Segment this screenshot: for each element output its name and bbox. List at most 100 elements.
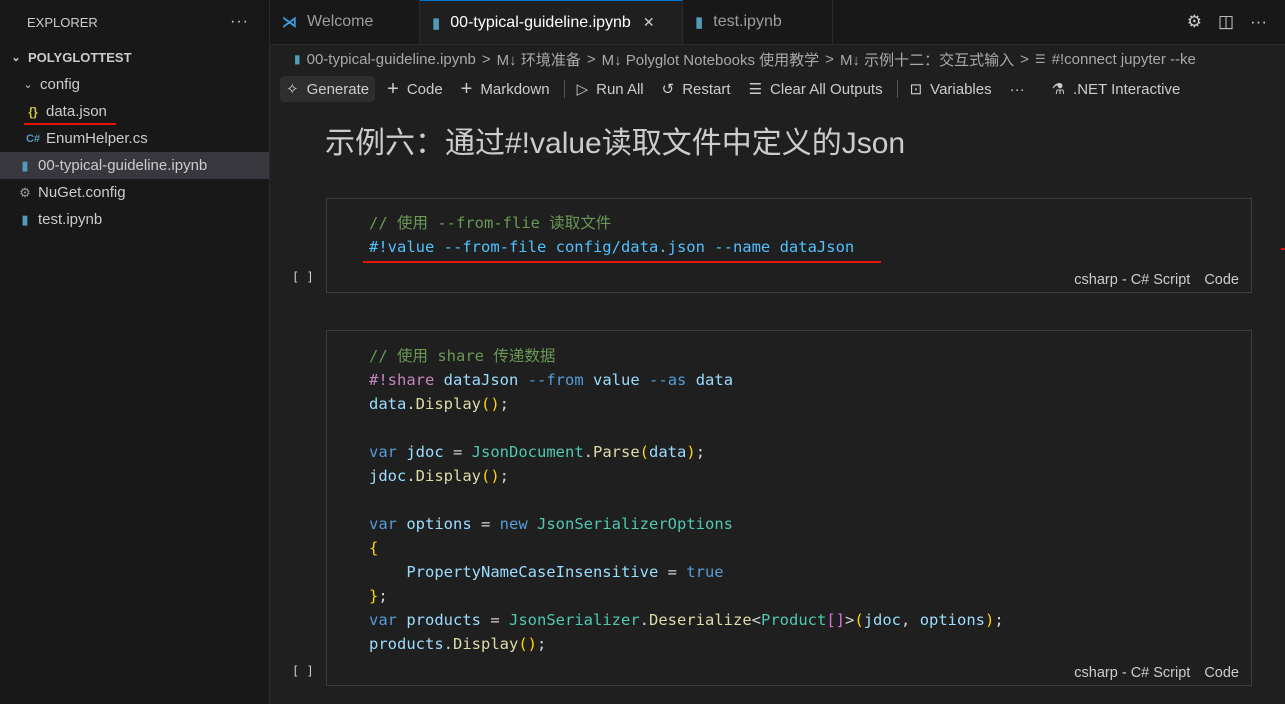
cell-language[interactable]: csharp - C# Script [1074,665,1190,681]
csharp-icon: C# [25,132,41,145]
gear-icon: ⚙ [19,184,31,200]
close-icon[interactable]: ✕ [643,14,655,31]
tab-welcome[interactable]: ⋊ Welcome [270,0,420,44]
notebook-icon: ▮ [21,211,29,227]
clear-outputs-button[interactable]: ☰ Clear All Outputs [743,76,889,102]
toolbar-more-button[interactable]: ··· [1004,76,1031,102]
run-all-label: Run All [596,80,644,98]
generate-label: Generate [306,80,370,98]
editor-area: ⋊ Welcome ▮ 00-typical-guideline.ipynb ✕… [270,0,1285,704]
json-braces-icon: {} [28,104,38,119]
plus-icon: + [387,77,399,100]
chevron-right-icon: > [1020,50,1029,68]
notebook-toolbar: ✧ Generate + Code + Markdown ▷ Run All ↺… [270,73,1285,105]
markdown-heading: 示例六：通过#!value读取文件中定义的Json [325,127,906,160]
tree-item-label: 00-typical-guideline.ipynb [38,157,208,174]
markdown-label: Markdown [480,80,550,98]
kernel-label: .NET Interactive [1073,80,1181,98]
notebook-icon: ▮ [432,14,441,32]
tab-bar: ⋊ Welcome ▮ 00-typical-guideline.ipynb ✕… [270,0,1285,45]
more-actions-icon[interactable]: ··· [230,13,249,31]
breadcrumb-item[interactable]: 00-typical-guideline.ipynb [307,51,476,68]
more-actions-icon[interactable]: ··· [1250,12,1267,32]
sparkle-icon: ✧ [286,81,299,98]
explorer-sidebar: EXPLORER ··· ⌄ POLYGLOTTEST ⌄ config {} … [0,0,270,704]
chevron-down-icon: ⌄ [11,52,21,64]
notebook-editor: 示例六：通过#!value读取文件中定义的Json [ ] // 使用 --fr… [270,104,1285,704]
tree-item-guideline-notebook[interactable]: ▮ 00-typical-guideline.ipynb [0,152,269,179]
cell-kind[interactable]: Code [1204,665,1239,681]
tab-test-notebook[interactable]: ▮ test.ipynb [683,0,833,44]
add-code-cell-button[interactable]: + Code [381,76,449,102]
clear-outputs-label: Clear All Outputs [770,80,883,98]
workspace-label: POLYGLOTTEST [28,50,132,65]
more-icon: ··· [1009,80,1025,98]
notebook-icon: ▮ [21,157,29,173]
restart-label: Restart [682,80,731,98]
code-magic-command: #!value --from-file config/data.json --n… [369,238,855,256]
tree-item-label: data.json [46,103,107,120]
split-editor-icon[interactable]: ◫ [1218,12,1234,32]
vscode-logo-icon: ⋊ [282,14,297,31]
tree-item-label: NuGet.config [38,184,126,201]
notebook-icon: ▮ [294,52,301,66]
cell-execution-count[interactable]: [ ] [292,664,314,678]
add-markdown-cell-button[interactable]: + Markdown [455,76,556,102]
plus-icon: + [460,77,473,100]
toolbar-divider [896,80,898,98]
red-annotation-mark [1281,248,1285,250]
gear-icon[interactable]: ⚙ [1187,12,1202,32]
tree-item-nuget-config[interactable]: ⚙ NuGet.config [0,179,269,206]
breadcrumb-item[interactable]: M↓ Polyglot Notebooks 使用教学 [602,49,820,70]
breadcrumb-item[interactable]: #!connect jupyter --ke [1052,51,1196,68]
tab-label: test.ipynb [713,13,782,30]
chevron-right-icon: > [586,50,596,68]
tree-item-label: EnumHelper.cs [46,130,148,147]
tab-actions: ⚙ ◫ ··· [1187,0,1267,44]
breadcrumb-item[interactable]: M↓ 环境准备 [497,49,581,70]
kernel-picker-button[interactable]: ⚗ .NET Interactive [1046,76,1187,102]
run-all-button[interactable]: ▷ Run All [571,76,650,102]
generate-button[interactable]: ✧ Generate [280,76,376,102]
tree-item-data-json[interactable]: {} data.json [0,98,269,125]
code-label: Code [406,80,443,98]
variables-button[interactable]: ⊡ Variables [904,76,998,102]
cell-kind[interactable]: Code [1204,272,1239,288]
cell-language[interactable]: csharp - C# Script [1074,272,1190,288]
code-cell[interactable]: // 使用 --from-flie 读取文件 #!value --from-fi… [326,198,1252,293]
code-cell-icon: ☰ [1034,52,1046,66]
tree-item-enumhelper[interactable]: C# EnumHelper.cs [0,125,269,152]
tab-label: Welcome [307,13,374,30]
tab-label: 00-typical-guideline.ipynb [450,13,631,31]
explorer-title: EXPLORER [27,14,98,30]
chevron-right-icon: > [825,50,834,68]
clear-all-icon: ☰ [748,81,763,98]
workspace-folder[interactable]: ⌄ POLYGLOTTEST [0,44,269,71]
toolbar-divider [563,80,565,98]
cell-source[interactable]: // 使用 share 传递数据 #!share dataJson --from… [369,344,1004,656]
cell-source[interactable]: // 使用 --from-flie 读取文件 #!value --from-fi… [369,211,854,259]
notebook-icon: ▮ [695,14,704,31]
tree-item-config[interactable]: ⌄ config [0,71,269,98]
code-cell[interactable]: // 使用 share 传递数据 #!share dataJson --from… [326,330,1252,686]
tree-item-label: test.ipynb [38,211,103,228]
explorer-header: EXPLORER ··· [0,0,269,44]
breadcrumb-item[interactable]: M↓ 示例十二：交互式输入 [840,49,1014,70]
cell-status-bar: csharp - C# Script Code [1060,272,1239,288]
run-all-icon: ▷ [576,81,589,98]
restart-button[interactable]: ↺ Restart [656,76,737,102]
tree-item-label: config [40,76,81,93]
code-comment: // 使用 share 传递数据 [369,347,556,365]
red-underline-annotation [363,261,881,263]
restart-icon: ↺ [661,81,675,98]
tree-item-test-notebook[interactable]: ▮ test.ipynb [0,206,269,233]
chevron-right-icon: > [481,50,491,68]
tab-guideline-notebook[interactable]: ▮ 00-typical-guideline.ipynb ✕ [420,0,683,44]
variables-label: Variables [930,80,992,98]
cell-execution-count[interactable]: [ ] [292,270,314,284]
kernel-icon: ⚗ [1051,81,1066,98]
breadcrumb: ▮ 00-typical-guideline.ipynb > M↓ 环境准备 >… [270,45,1285,73]
variables-icon: ⊡ [909,81,923,98]
cell-status-bar: csharp - C# Script Code [1060,665,1239,681]
